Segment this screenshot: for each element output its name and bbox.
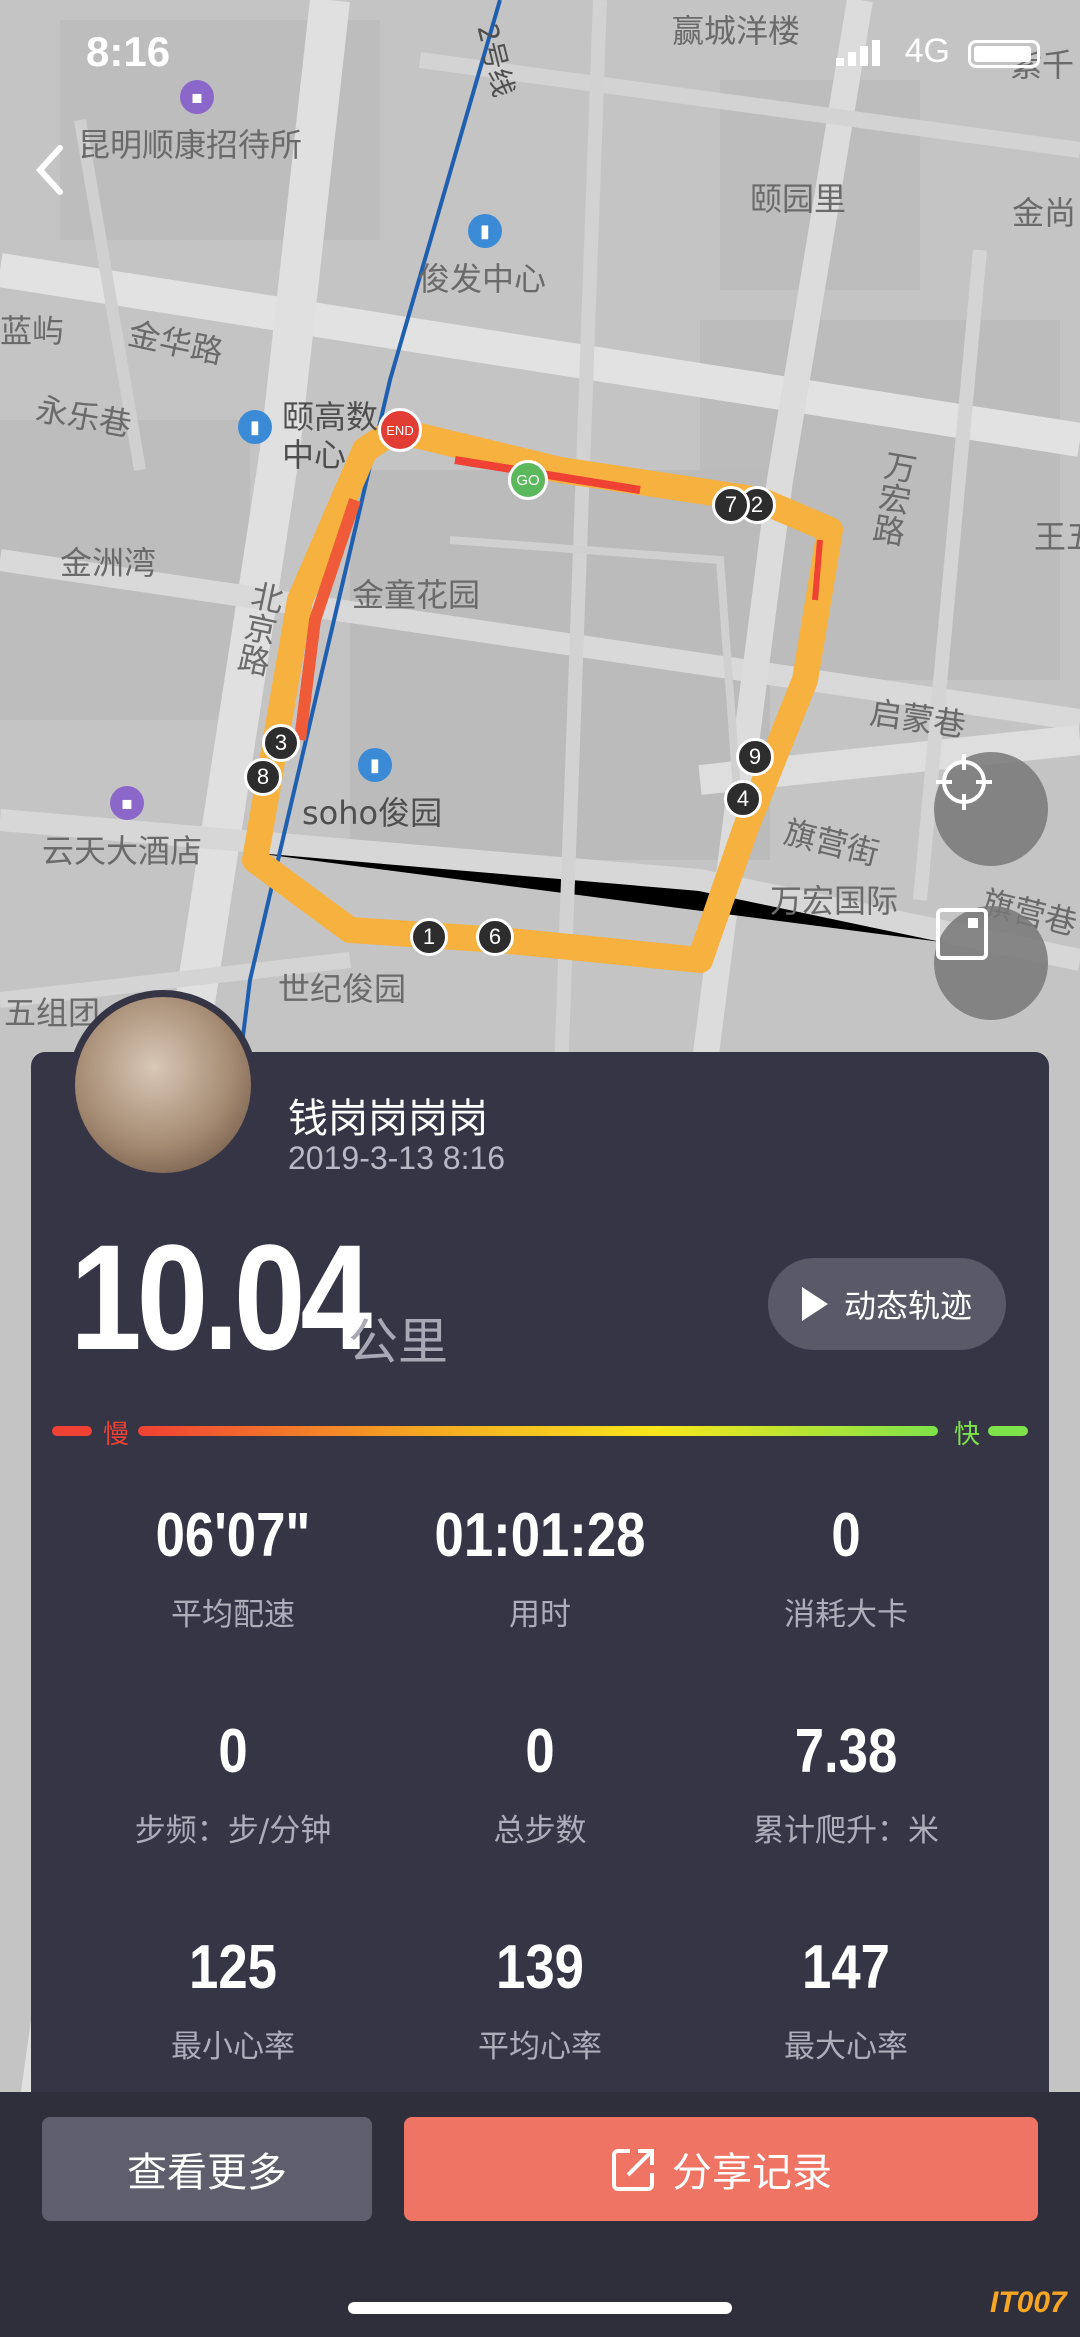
map-label: 金尚 [1012,194,1077,232]
view-more-button[interactable]: 查看更多 [42,2117,372,2221]
map-label: 俊发中心 [418,260,547,298]
replay-track-button[interactable]: 动态轨迹 [768,1258,1006,1350]
replay-label: 动态轨迹 [843,1287,972,1325]
share-record-label: 分享记录 [672,2150,832,2196]
map-label: 金童花园 [352,576,481,614]
stat-avg-heart-rate: 139 平均心率 [390,1932,690,2066]
fast-label: 快 [954,1420,981,1450]
route-marker-9: 9 [736,738,774,776]
map-label: 云天大酒店 [42,832,203,870]
map-label: 五组团 [4,994,101,1032]
map-label: 金洲湾 [60,544,157,582]
stat-max-heart-rate: 147 最大心率 [696,1932,996,2066]
view-more-label: 查看更多 [127,2150,287,2196]
stat-value: 147 [802,1933,890,2002]
share-icon [612,2149,654,2191]
stat-value: 06'07" [155,1501,311,1570]
stat-value: 0 [525,1717,555,1786]
stat-value: 139 [496,1933,584,2002]
user-name: 钱岗岗岗岗 [288,1096,488,1142]
stat-label: 用时 [509,1597,571,1633]
hotel-icon: ▪ [110,786,144,820]
network-type: 4G [904,32,950,70]
stat-duration: 01:01:28 用时 [390,1500,690,1634]
stat-label: 步频：步/分钟 [134,1813,332,1849]
stat-value: 0 [831,1501,861,1570]
signal-icon [836,40,880,66]
stat-total-steps: 0 总步数 [390,1716,690,1850]
stat-value: 7.38 [794,1717,898,1786]
end-marker: END [378,408,422,452]
stat-label: 累计爬升：米 [753,1813,939,1849]
stat-elevation-gain: 7.38 累计爬升：米 [696,1716,996,1850]
square-icon [936,908,988,960]
stat-calories: 0 消耗大卡 [696,1500,996,1634]
stat-value: 125 [189,1933,277,2002]
map-label: 世纪俊园 [278,970,407,1008]
crosshair-icon [936,754,992,810]
route-marker-1: 1 [410,918,448,956]
stat-label: 平均配速 [171,1597,295,1633]
route-marker-4: 4 [724,780,762,818]
route-marker-3: 3 [262,724,300,762]
stat-min-heart-rate: 125 最小心率 [83,1932,383,2066]
map-label: 颐园里 [750,180,847,218]
slow-label: 慢 [103,1420,130,1450]
run-date: 2019-3-13 8:16 [288,1140,506,1176]
map-label: 昆明顺康招待所 [78,126,303,164]
stat-label: 最小心率 [171,2029,295,2065]
building-icon: ▮ [358,748,392,782]
battery-icon [968,40,1040,68]
stat-label: 总步数 [493,1813,587,1849]
layers-button[interactable] [934,906,1048,1020]
stat-cadence: 0 步频：步/分钟 [83,1716,383,1850]
watermark-logo: IT007 [990,2286,1067,2319]
map-label: 王五 [1034,518,1080,556]
avatar[interactable] [68,990,258,1180]
building-icon: ▮ [238,410,272,444]
back-button[interactable] [30,140,70,200]
go-marker: GO [508,460,548,500]
stat-value: 01:01:28 [434,1501,646,1570]
stat-value: 0 [218,1717,248,1786]
share-record-button[interactable]: 分享记录 [404,2117,1038,2221]
stat-avg-pace: 06'07" 平均配速 [83,1500,383,1634]
route-marker-6: 6 [476,918,514,956]
speed-gradient-bar [52,1426,1028,1436]
stat-label: 最大心率 [784,2029,908,2065]
building-icon: ▮ [468,214,502,248]
route-marker-8: 8 [244,758,282,796]
map-label: 中心 [282,436,347,474]
stat-label: 消耗大卡 [784,1597,908,1633]
play-icon [801,1287,828,1321]
locate-button[interactable] [934,752,1048,866]
status-bar: 8:16 4G [0,28,1080,88]
distance-unit: 公里 [348,1313,448,1371]
stat-label: 平均心率 [478,2029,602,2065]
distance-value: 10.04 [70,1213,372,1381]
map-label: 万宏国际 [770,882,899,920]
map-label: 蓝屿 [0,312,65,350]
map-label: soho俊园 [302,794,443,832]
status-time: 8:16 [86,28,171,75]
route-marker-7: 7 [712,486,750,524]
home-indicator [348,2302,732,2314]
